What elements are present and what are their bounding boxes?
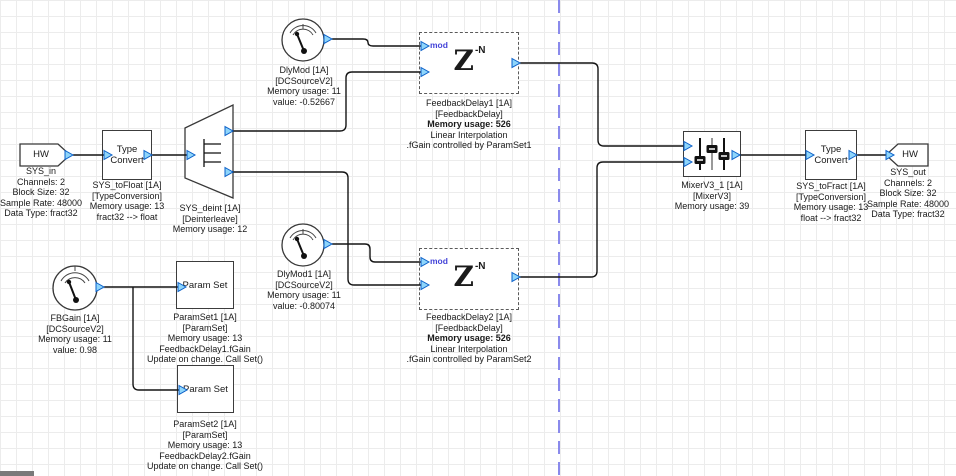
port-tc2-in[interactable] bbox=[806, 151, 814, 160]
deint-labels: SYS_deint [1A][Deinterleave]Memory usage… bbox=[135, 203, 285, 235]
label-line: [ParamSet] bbox=[125, 430, 285, 441]
label-line: value: -0.80074 bbox=[229, 301, 379, 312]
port-sysin-out[interactable] bbox=[65, 151, 73, 160]
label-line: FeedbackDelay1.fGain bbox=[125, 344, 285, 355]
sys-out-labels: SYS_outChannels: 2Block Size: 32Sample R… bbox=[848, 167, 956, 220]
label-line: Update on change. Call Set() bbox=[125, 461, 285, 472]
label-line: [DCSourceV2] bbox=[229, 280, 379, 291]
z-exponent: -N bbox=[475, 261, 486, 272]
z-exponent: -N bbox=[475, 45, 486, 56]
label-line: [Deinterleave] bbox=[135, 214, 285, 225]
label-line: SYS_out bbox=[848, 167, 956, 178]
label-line: Memory usage: 526 bbox=[384, 333, 554, 344]
label-line: Channels: 2 bbox=[848, 178, 956, 189]
label-line: Data Type: fract32 bbox=[848, 209, 956, 220]
z-glyph: Z bbox=[453, 47, 473, 75]
port-deint-out1[interactable] bbox=[225, 127, 233, 136]
wire-dlymod1-fd2mod[interactable] bbox=[332, 244, 422, 262]
label-line: Memory usage: 11 bbox=[229, 86, 379, 97]
port-mixer-in2[interactable] bbox=[684, 158, 692, 167]
port-tc1-out[interactable] bbox=[144, 151, 152, 160]
port-dlymod-out[interactable] bbox=[324, 35, 332, 44]
fd2-labels: FeedbackDelay2 [1A][FeedbackDelay]Memory… bbox=[384, 312, 554, 365]
port-tc2-out[interactable] bbox=[849, 151, 857, 160]
label-line: Memory usage: 12 bbox=[135, 224, 285, 235]
label-line: [FeedbackDelay] bbox=[384, 109, 554, 120]
label-line: FeedbackDelay1 [1A] bbox=[384, 98, 554, 109]
label-line: [ParamSet] bbox=[125, 323, 285, 334]
fd1-mod-label: mod bbox=[430, 40, 448, 51]
label-line: Linear Interpolation bbox=[384, 344, 554, 355]
port-ps1-in[interactable] bbox=[178, 283, 186, 292]
label-line: DlyMod1 [1A] bbox=[229, 269, 379, 280]
label-line: [DCSourceV2] bbox=[229, 76, 379, 87]
port-fbgain-out[interactable] bbox=[96, 283, 104, 292]
label-line: Memory usage: 526 bbox=[384, 119, 554, 130]
label-line: SYS_deint [1A] bbox=[135, 203, 285, 214]
ps1-labels: ParamSet1 [1A][ParamSet]Memory usage: 13… bbox=[125, 312, 285, 365]
label-line: Linear Interpolation bbox=[384, 130, 554, 141]
port-ps2-in[interactable] bbox=[179, 386, 187, 395]
dlymod1-labels: DlyMod1 [1A][DCSourceV2]Memory usage: 11… bbox=[229, 269, 379, 311]
label-line: FeedbackDelay2.fGain bbox=[125, 451, 285, 462]
label-line: Block Size: 32 bbox=[848, 188, 956, 199]
diagram-canvas[interactable]: Type Convert Type Convert Param Set Para… bbox=[0, 0, 956, 476]
label-line: ParamSet2 [1A] bbox=[125, 419, 285, 430]
port-tc1-in[interactable] bbox=[104, 151, 112, 160]
ps2-labels: ParamSet2 [1A][ParamSet]Memory usage: 13… bbox=[125, 419, 285, 472]
sys-out-hw-text: HW bbox=[894, 149, 926, 160]
port-dlymod1-out[interactable] bbox=[324, 240, 332, 249]
label-line: Sample Rate: 48000 bbox=[848, 199, 956, 210]
label-line: value: -0.52667 bbox=[229, 97, 379, 108]
label-line: .fGain controlled by ParamSet1 bbox=[384, 140, 554, 151]
fd1-labels: FeedbackDelay1 [1A][FeedbackDelay]Memory… bbox=[384, 98, 554, 151]
port-mixer-in1[interactable] bbox=[684, 142, 692, 151]
port-deint-out2[interactable] bbox=[225, 168, 233, 177]
label-line: SYS_in bbox=[0, 166, 116, 177]
label-line: Memory usage: 13 bbox=[125, 440, 285, 451]
dlymod-labels: DlyMod [1A][DCSourceV2]Memory usage: 11v… bbox=[229, 65, 379, 107]
label-line: Memory usage: 13 bbox=[125, 333, 285, 344]
label-line: DlyMod [1A] bbox=[229, 65, 379, 76]
label-line: SYS_toFloat [1A] bbox=[52, 180, 202, 191]
wire-dlymod-fd1mod[interactable] bbox=[332, 39, 422, 46]
label-line: Update on change. Call Set() bbox=[125, 354, 285, 365]
label-line: .fGain controlled by ParamSet2 bbox=[384, 354, 554, 365]
label-line: ParamSet1 [1A] bbox=[125, 312, 285, 323]
label-line: Memory usage: 11 bbox=[229, 290, 379, 301]
z-glyph: Z bbox=[453, 263, 473, 291]
scrollbar-fragment bbox=[0, 471, 34, 476]
sys-in-hw-text: HW bbox=[21, 149, 61, 160]
port-deint-in[interactable] bbox=[187, 151, 195, 160]
label-line: [FeedbackDelay] bbox=[384, 323, 554, 334]
fd2-mod-label: mod bbox=[430, 256, 448, 267]
label-line: [TypeConversion] bbox=[52, 191, 202, 202]
port-mixer-out[interactable] bbox=[732, 151, 740, 160]
port-sysout-in[interactable] bbox=[886, 151, 894, 160]
label-line: FeedbackDelay2 [1A] bbox=[384, 312, 554, 323]
